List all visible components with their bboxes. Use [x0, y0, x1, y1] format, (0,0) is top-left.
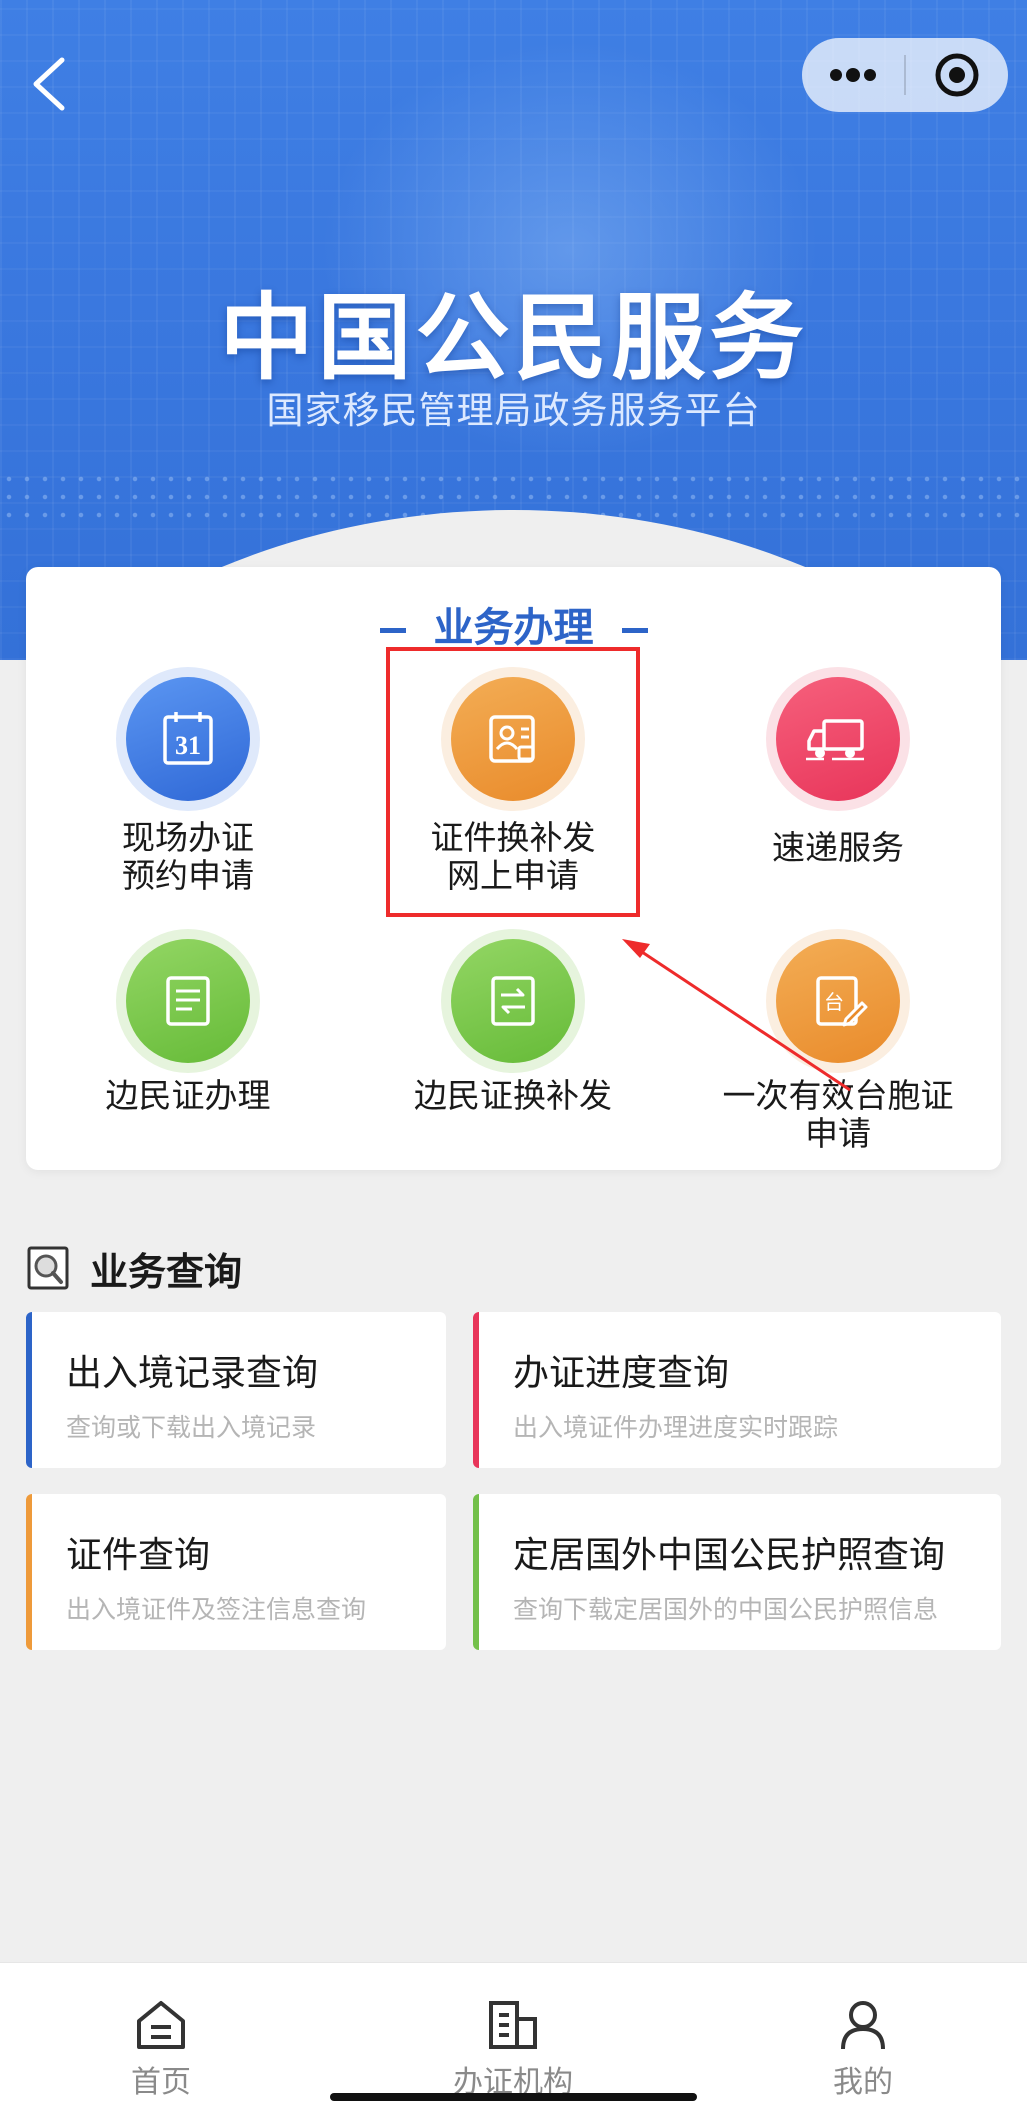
query-card-entry-exit-records[interactable]: 出入境记录查询 查询或下载出入境记录 [26, 1312, 446, 1468]
query-card-subtitle: 出入境证件及签注信息查询 [66, 1595, 367, 1624]
service-label-line1: 一次有效台胞证 [722, 1076, 954, 1115]
service-label-line1: 现场办证 [122, 818, 254, 857]
svg-text:台: 台 [824, 990, 844, 1014]
service-taiwan-permit[interactable]: 台 一次有效台胞证 申请 [688, 929, 988, 1153]
card-accent-bar [26, 1494, 32, 1650]
chevron-left-icon [33, 57, 65, 111]
document-exchange-icon [491, 976, 535, 1026]
building-icon [363, 1997, 663, 2053]
user-icon [713, 1997, 1013, 2053]
icon-ring: 台 [766, 929, 910, 1073]
close-miniprogram-button[interactable] [906, 38, 1008, 112]
query-card-subtitle: 查询或下载出入境记录 [66, 1413, 317, 1442]
hero-subtitle: 国家移民管理局政务服务平台 [266, 389, 761, 432]
icon-ring [766, 667, 910, 811]
query-card-subtitle: 查询下载定居国外的中国公民护照信息 [513, 1595, 939, 1624]
query-card-progress[interactable]: 办证进度查询 出入境证件办理进度实时跟踪 [473, 1312, 1001, 1468]
business-header: 业务办理 [26, 595, 1001, 653]
service-express-delivery[interactable]: 速递服务 [688, 667, 988, 867]
icon-ring [441, 929, 585, 1073]
query-card-overseas-passport[interactable]: 定居国外中国公民护照查询 查询下载定居国外的中国公民护照信息 [473, 1494, 1001, 1650]
query-section-title: 业务查询 [26, 1238, 242, 1298]
icon-circle [451, 939, 575, 1063]
bottom-tab-bar: 首页 办证机构 我的 [0, 1962, 1027, 2102]
query-card-subtitle: 出入境证件办理进度实时跟踪 [513, 1413, 839, 1442]
service-label-line1: 边民证办理 [105, 1076, 271, 1115]
query-card-title: 证件查询 [66, 1535, 211, 1576]
search-document-icon [27, 1246, 69, 1290]
service-label-line2: 预约申请 [122, 856, 254, 895]
query-card-document[interactable]: 证件查询 出入境证件及签注信息查询 [26, 1494, 446, 1650]
icon-circle: 台 [776, 939, 900, 1063]
delivery-truck-icon [806, 719, 864, 761]
business-header-label: 业务办理 [433, 605, 594, 651]
highlight-box [386, 647, 640, 917]
document-icon [166, 976, 210, 1026]
query-card-title: 办证进度查询 [513, 1353, 730, 1394]
query-card-title: 出入境记录查询 [66, 1353, 319, 1394]
service-label: 速递服务 [688, 829, 988, 867]
business-card: 业务办理 31 现场办证 预约申请 证件换补发 网上申请 速递服务 边民证办理 … [26, 567, 1001, 1170]
service-label-line1: 边民证换补发 [414, 1076, 612, 1115]
hero-title: 中国公民服务 [219, 284, 808, 393]
header-dash-left [379, 627, 406, 633]
query-card-title: 定居国外中国公民护照查询 [513, 1535, 946, 1576]
icon-circle [126, 939, 250, 1063]
tab-mine[interactable]: 我的 [713, 1963, 1013, 2102]
card-accent-bar [473, 1312, 479, 1468]
service-onsite-appointment[interactable]: 31 现场办证 预约申请 [38, 667, 338, 895]
icon-ring [116, 929, 260, 1073]
query-section-label: 业务查询 [90, 1249, 243, 1294]
home-indicator [330, 2093, 697, 2101]
svg-text:31: 31 [175, 731, 201, 760]
service-border-pass-replacement[interactable]: 边民证换补发 [363, 929, 663, 1115]
service-label: 一次有效台胞证 申请 [688, 1077, 988, 1153]
service-border-pass[interactable]: 边民证办理 [38, 929, 338, 1115]
miniprogram-capsule [802, 38, 1008, 112]
icon-circle: 31 [126, 677, 250, 801]
card-accent-bar [473, 1494, 479, 1650]
tab-label: 首页 [131, 2065, 191, 2100]
service-label: 现场办证 预约申请 [38, 819, 338, 895]
tab-label: 我的 [833, 2065, 893, 2100]
card-accent-bar [26, 1312, 32, 1468]
service-label-line2: 申请 [805, 1114, 871, 1153]
icon-ring: 31 [116, 667, 260, 811]
service-label: 边民证办理 [38, 1077, 338, 1115]
icon-circle [776, 677, 900, 801]
hero-banner: 中国公民服务 国家移民管理局政务服务平台 [0, 0, 1027, 660]
header-dash-right [621, 627, 648, 633]
target-close-icon [935, 53, 979, 97]
tab-home[interactable]: 首页 [11, 1963, 311, 2102]
taiwan-permit-icon: 台 [816, 976, 868, 1027]
back-button[interactable] [26, 54, 76, 114]
more-dots-icon [830, 68, 876, 82]
home-icon [11, 1997, 311, 2053]
calendar-31-icon: 31 [163, 712, 213, 765]
more-button[interactable] [802, 38, 904, 112]
service-label: 边民证换补发 [363, 1077, 663, 1115]
tab-offices[interactable]: 办证机构 [363, 1963, 663, 2102]
service-label-line1: 速递服务 [772, 828, 904, 867]
